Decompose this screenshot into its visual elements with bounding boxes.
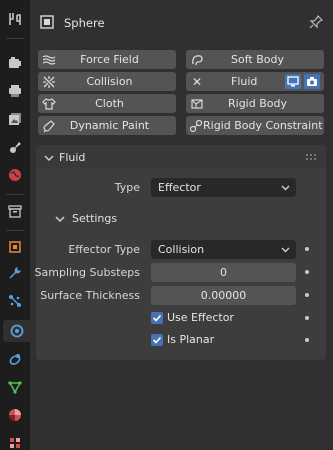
keyframe-dot[interactable] <box>305 247 309 251</box>
scene-icon <box>10 142 21 153</box>
use-effector-checkbox[interactable] <box>151 312 163 324</box>
object-tab[interactable] <box>3 236 27 258</box>
type-dropdown[interactable]: Effector <box>151 178 296 197</box>
collection-tab[interactable] <box>3 200 27 222</box>
remove-x-icon[interactable]: ✕ <box>189 75 205 89</box>
is-planar-checkbox[interactable] <box>151 334 163 346</box>
force-field-button[interactable]: Force Field <box>38 50 176 69</box>
type-label: Type <box>114 181 140 194</box>
object-icon <box>40 15 54 29</box>
dynamic-paint-button[interactable]: Dynamic Paint <box>38 116 176 135</box>
fluid-button[interactable]: ✕ Fluid <box>186 72 324 91</box>
monitor-icon <box>287 76 299 87</box>
chevron-down-icon <box>281 247 290 253</box>
constraints-icon <box>9 354 21 365</box>
sampling-substeps-label: Sampling Substeps <box>34 266 140 279</box>
cloth-label: Cloth <box>95 97 124 110</box>
effector-type-value: Collision <box>158 243 205 256</box>
surface-thickness-field[interactable]: 0.00000 <box>151 286 296 305</box>
show-viewport-toggle[interactable] <box>285 74 301 89</box>
rigid-body-icon <box>191 98 203 109</box>
output-tab[interactable] <box>3 80 27 102</box>
collapse-caret-icon <box>44 155 54 162</box>
collision-icon <box>43 75 55 88</box>
camera-icon <box>307 77 317 86</box>
view-layer-icon <box>9 113 21 125</box>
physics-tab[interactable] <box>3 320 30 342</box>
mesh-data-icon <box>8 381 22 394</box>
particles-tab[interactable] <box>3 290 27 312</box>
force-field-icon <box>42 54 56 65</box>
rigid-body-constraint-label: Rigid Body Constraint <box>203 119 323 132</box>
cloth-button[interactable]: Cloth <box>38 94 176 113</box>
properties-editor: Sphere Force Field Soft Body Collision ✕… <box>30 0 333 450</box>
effector-type-label: Effector Type <box>68 243 140 256</box>
sampling-substeps-field[interactable]: 0 <box>151 263 296 282</box>
collision-label: Collision <box>86 75 133 88</box>
properties-tab-strip <box>0 0 30 450</box>
collision-button[interactable]: Collision <box>38 72 176 91</box>
dynamic-paint-label: Dynamic Paint <box>69 119 150 132</box>
scene-tab[interactable] <box>3 136 27 158</box>
data-tab[interactable] <box>3 376 27 398</box>
force-field-label: Force Field <box>80 53 139 66</box>
rigid-body-label: Rigid Body <box>228 97 287 110</box>
constraints-tab[interactable] <box>3 348 27 370</box>
particles-icon <box>9 295 21 307</box>
tool-icon <box>9 13 21 25</box>
wrench-icon <box>9 267 21 279</box>
rigid-body-constraint-icon <box>189 119 203 132</box>
checkmark-icon <box>152 336 162 344</box>
fluid-panel: Fluid Type Effector Settings Effector Ty… <box>34 145 326 360</box>
cloth-icon <box>42 97 56 110</box>
render-icon <box>9 57 21 68</box>
texture-tab[interactable] <box>3 432 27 450</box>
show-render-toggle[interactable] <box>304 74 320 89</box>
object-name[interactable]: Sphere <box>64 16 105 30</box>
chevron-down-icon <box>281 185 290 191</box>
rigid-body-constraint-button[interactable]: Rigid Body Constraint <box>186 116 324 135</box>
fluid-panel-header[interactable]: Fluid <box>36 145 326 169</box>
checkmark-icon <box>152 314 162 322</box>
fluid-panel-title: Fluid <box>59 151 86 164</box>
settings-caret-icon[interactable] <box>55 214 65 224</box>
output-icon <box>9 85 21 97</box>
keyframe-dot[interactable] <box>305 270 309 274</box>
soft-body-icon <box>192 54 203 65</box>
rigid-body-button[interactable]: Rigid Body <box>186 94 324 113</box>
material-tab[interactable] <box>3 404 27 426</box>
world-tab[interactable] <box>3 164 27 186</box>
settings-subpanel-title[interactable]: Settings <box>72 212 117 225</box>
object-header: Sphere <box>30 8 333 36</box>
keyframe-dot[interactable] <box>305 316 309 320</box>
object-icon <box>9 241 21 253</box>
soft-body-label: Soft Body <box>231 53 284 66</box>
material-icon <box>9 409 21 421</box>
type-value: Effector <box>158 181 201 194</box>
keyframe-dot[interactable] <box>305 293 309 297</box>
is-planar-label[interactable]: Is Planar <box>167 333 214 346</box>
view-layer-tab[interactable] <box>3 108 27 130</box>
drag-grip-icon[interactable] <box>306 154 318 160</box>
pin-icon[interactable] <box>309 15 323 29</box>
soft-body-button[interactable]: Soft Body <box>186 50 324 69</box>
render-tab[interactable] <box>3 52 27 74</box>
tool-tab[interactable] <box>3 8 27 30</box>
world-icon <box>9 169 21 181</box>
surface-thickness-label: Surface Thickness <box>40 289 140 302</box>
texture-icon <box>10 438 20 448</box>
dynamic-paint-icon <box>43 119 55 132</box>
keyframe-dot[interactable] <box>305 338 309 342</box>
modifiers-tab[interactable] <box>3 262 27 284</box>
use-effector-label[interactable]: Use Effector <box>167 311 234 324</box>
collection-icon <box>8 205 22 218</box>
physics-icon <box>10 324 23 338</box>
effector-type-dropdown[interactable]: Collision <box>151 240 296 259</box>
